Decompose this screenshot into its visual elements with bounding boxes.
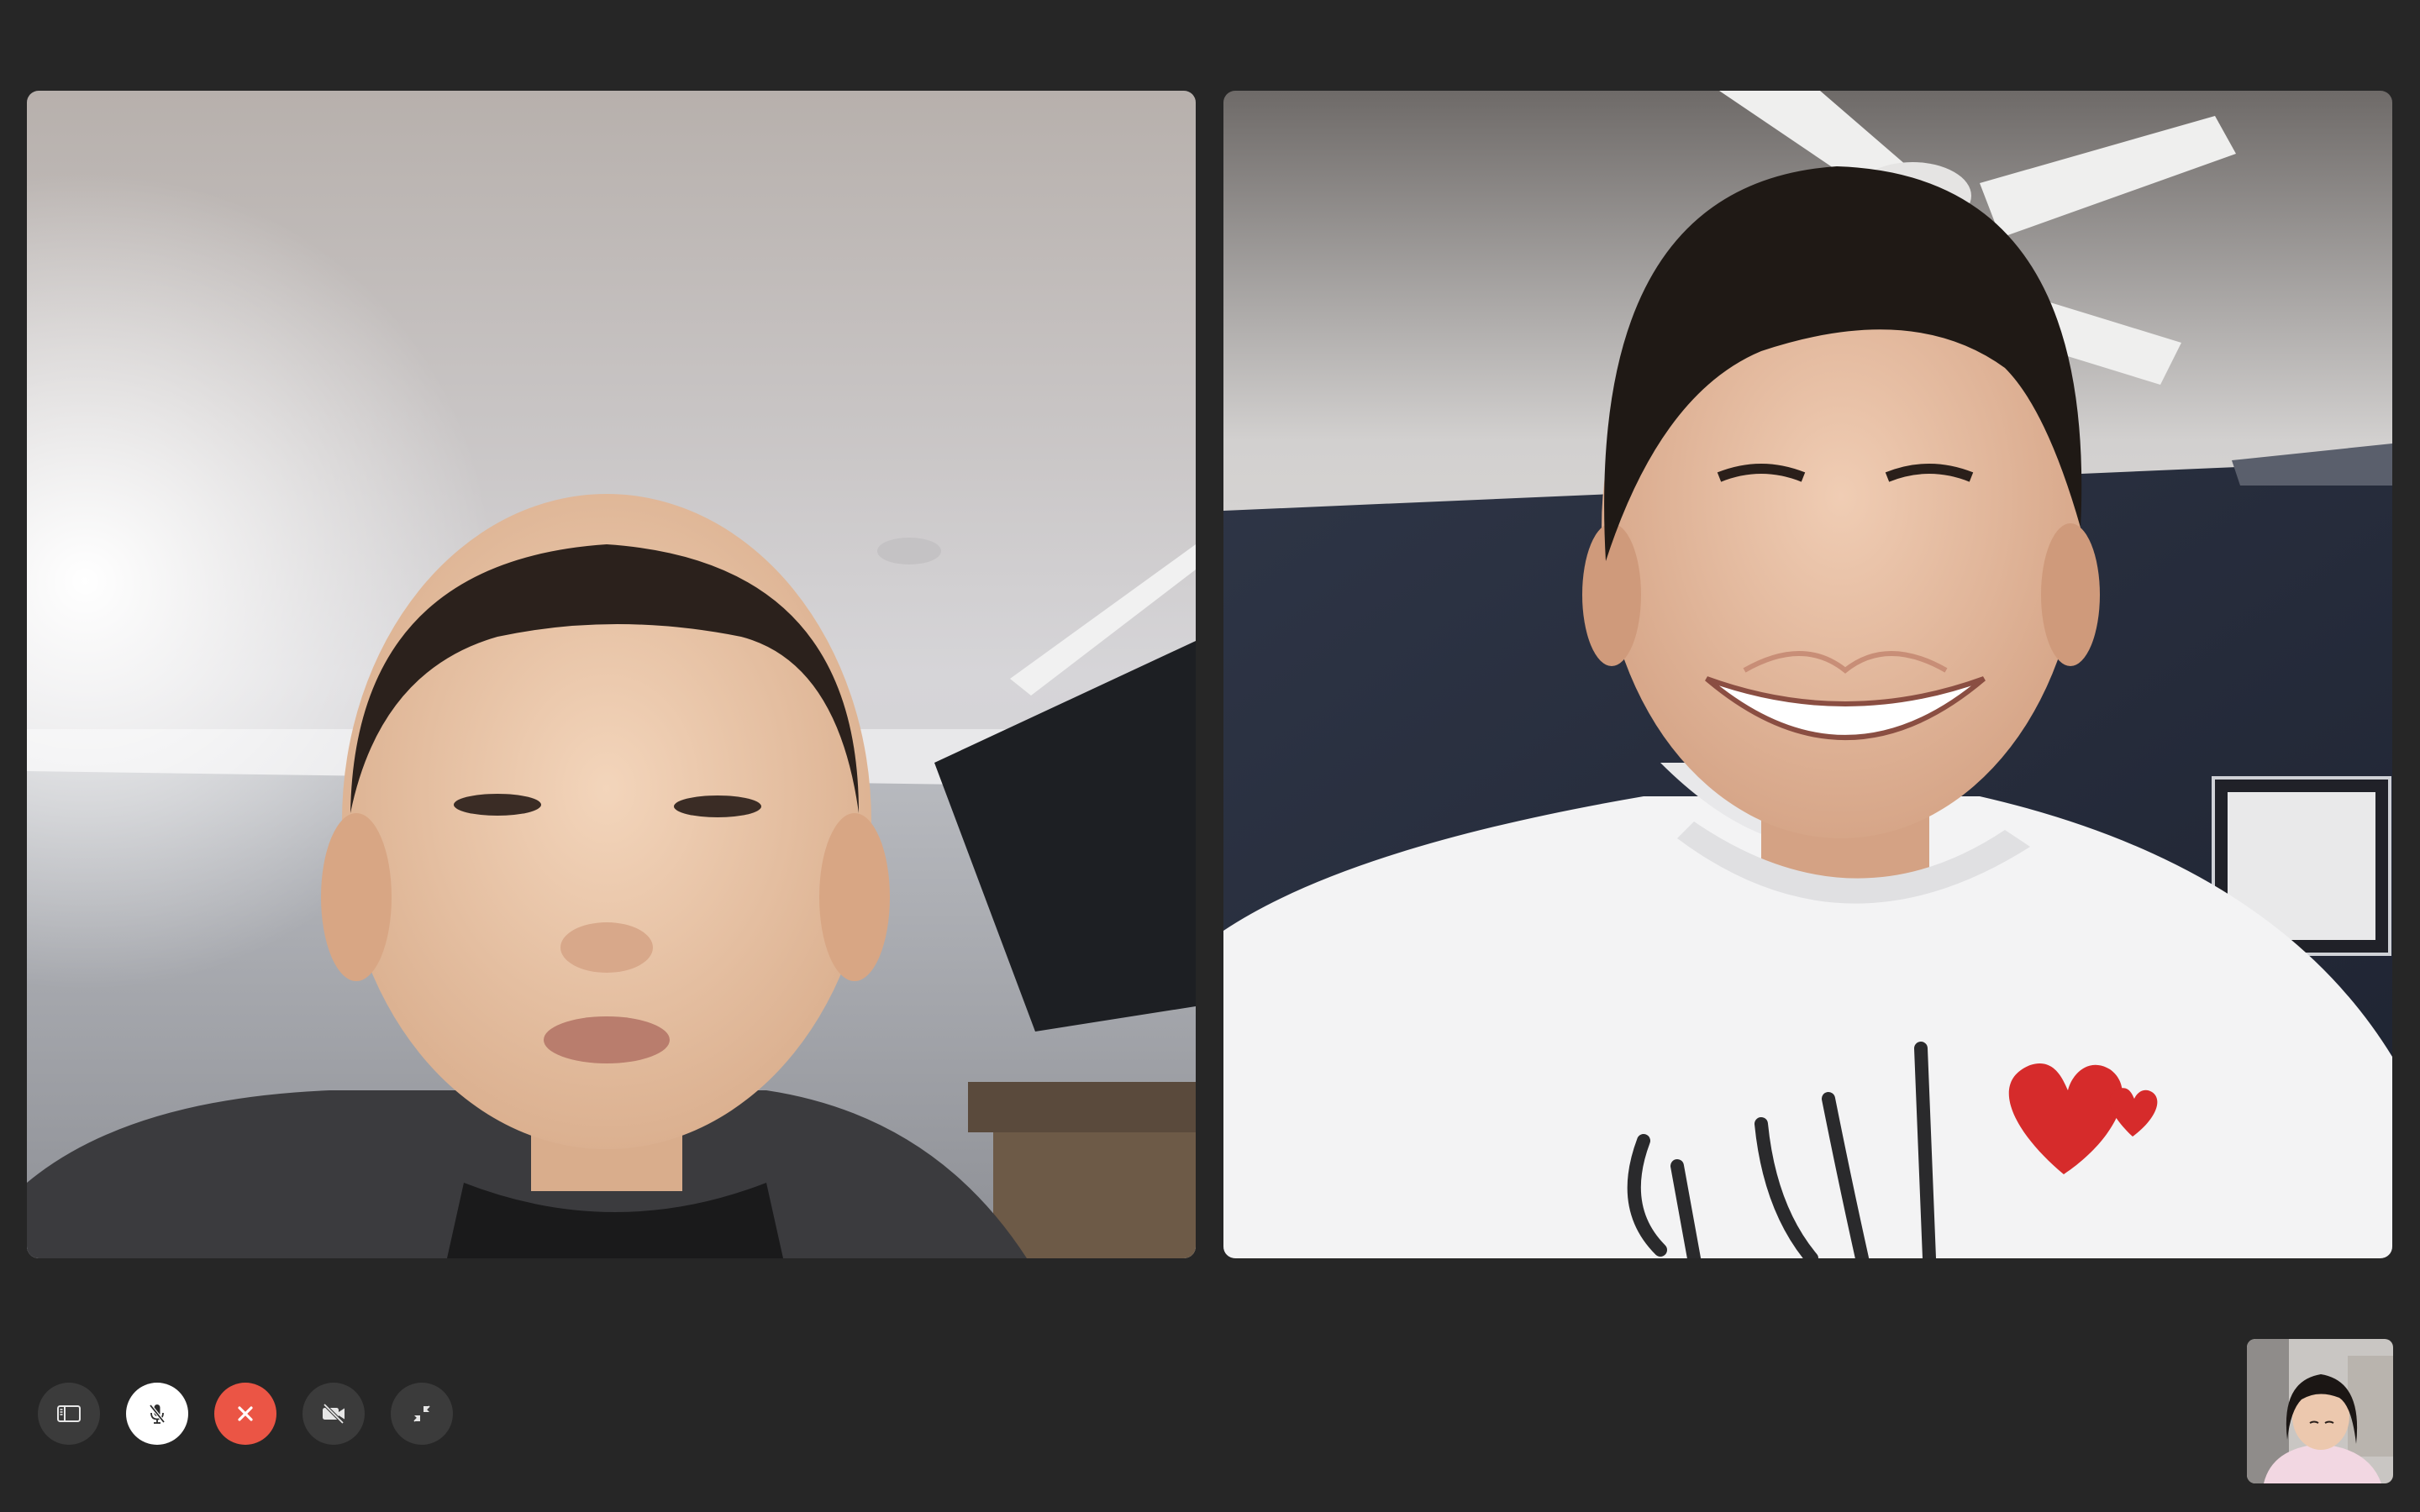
sidebar-toggle-button[interactable] — [38, 1383, 100, 1445]
participant-video-right[interactable] — [1223, 91, 2392, 1258]
video-slash-icon — [323, 1403, 345, 1425]
video-call-window — [0, 0, 2420, 1512]
exit-fullscreen-button[interactable] — [391, 1383, 453, 1445]
participant-video-left[interactable] — [27, 91, 1196, 1258]
mic-slash-icon — [149, 1404, 166, 1424]
self-view-feed — [2247, 1339, 2393, 1483]
video-toggle-button[interactable] — [302, 1383, 365, 1445]
sidebar-icon — [57, 1405, 81, 1422]
self-view-thumbnail[interactable] — [2247, 1339, 2393, 1483]
participant-video-feed-right — [1223, 91, 2392, 1258]
close-icon — [238, 1406, 253, 1421]
mute-button[interactable] — [126, 1383, 188, 1445]
end-call-button[interactable] — [214, 1383, 276, 1445]
participant-video-feed-left — [27, 91, 1196, 1258]
collapse-arrows-icon — [413, 1405, 430, 1422]
call-controls-bar — [38, 1383, 453, 1445]
